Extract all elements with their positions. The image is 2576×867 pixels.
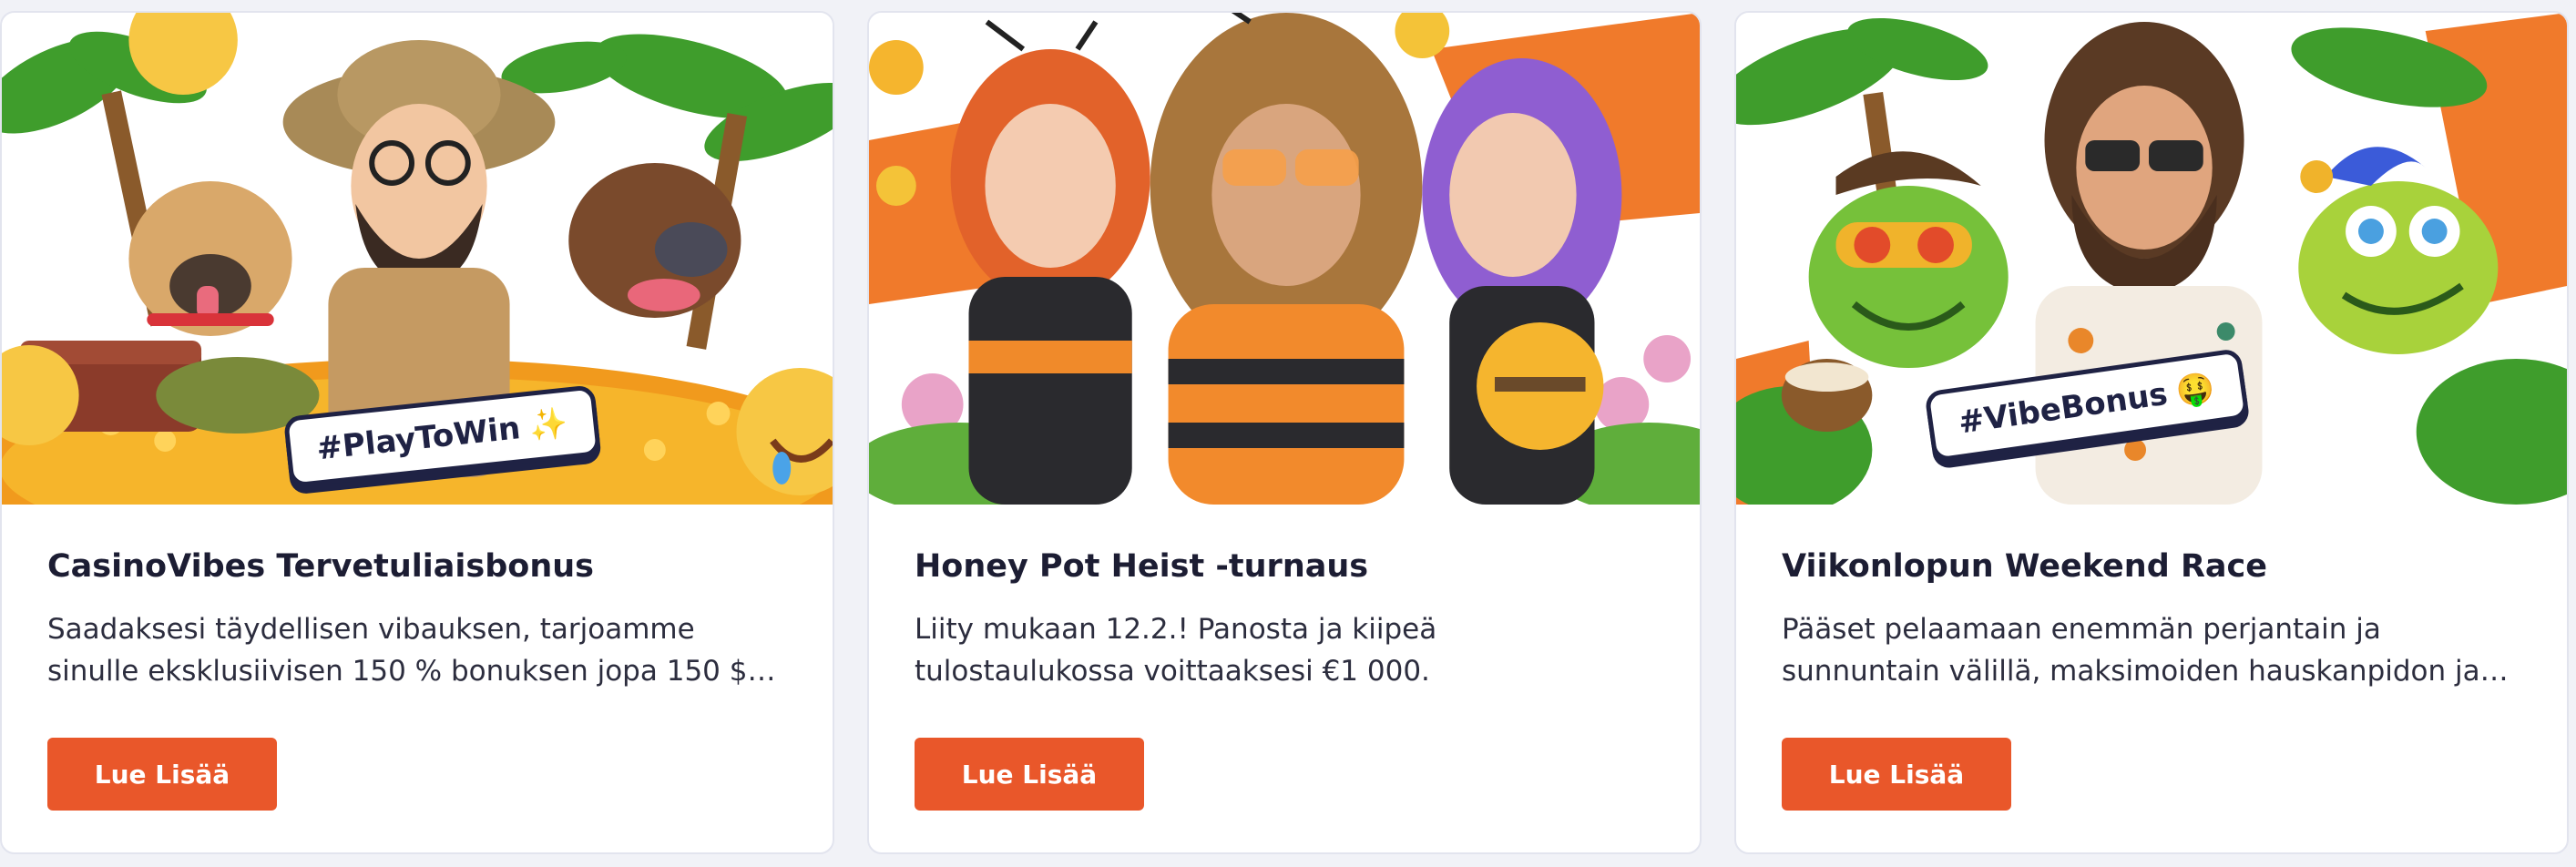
promotions-grid: #PlayToWin ✨ CasinoVibes Tervetuliaisbonu… bbox=[0, 0, 2576, 867]
promo-description: Pääset pelaamaan enemmän perjantain ja s… bbox=[1782, 613, 2480, 688]
read-more-button[interactable]: Lue Lisää bbox=[1782, 738, 2011, 811]
promo-title: Honey Pot Heist -turnaus bbox=[915, 548, 1369, 585]
promo-title: Viikonlopun Weekend Race bbox=[1782, 548, 2267, 585]
promo-card-honey-pot-heist: Honey Pot Heist -turnaus Liity mukaan 12… bbox=[867, 11, 1702, 854]
sparkles-icon: ✨ bbox=[526, 404, 570, 445]
promo-card-welcome-bonus: #PlayToWin ✨ CasinoVibes Tervetuliaisbonu… bbox=[0, 11, 834, 854]
promo-banner-image-weekend-race: #VibeBonus 🤑 bbox=[1736, 13, 2567, 505]
promo-card-weekend-race: #VibeBonus 🤑 Viikonlopun Weekend Race Pää… bbox=[1734, 11, 2569, 854]
promo-description: Saadaksesi täydellisen vibauksen, tarjoa… bbox=[47, 613, 748, 688]
hashtag-text: #PlayToWin bbox=[314, 410, 523, 468]
read-more-button[interactable]: Lue Lisää bbox=[47, 738, 277, 811]
money-face-icon: 🤑 bbox=[2173, 369, 2217, 411]
hashtag-text: #VibeBonus bbox=[1956, 375, 2171, 442]
promo-description: Liity mukaan 12.2.! Panosta ja kiipeä tu… bbox=[915, 613, 1437, 688]
promo-banner-image-welcome: #PlayToWin ✨ bbox=[2, 13, 833, 505]
promo-title: CasinoVibes Tervetuliaisbonus bbox=[47, 548, 595, 585]
read-more-button[interactable]: Lue Lisää bbox=[915, 738, 1144, 811]
promo-banner-image-honey-pot bbox=[869, 13, 1700, 505]
